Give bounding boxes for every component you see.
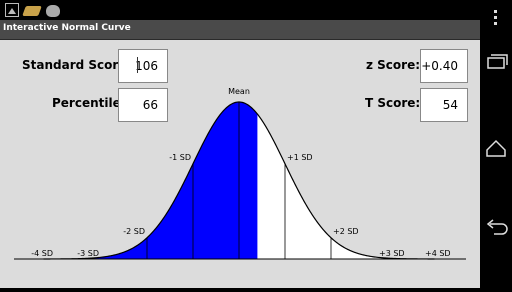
main-content: Standard Score: 106 Percentile: 66 z Sco… — [0, 40, 480, 288]
sd-label: -1 SD — [169, 153, 191, 162]
z-score-input[interactable]: +0.40 — [420, 49, 468, 83]
back-icon[interactable] — [486, 219, 508, 235]
sd-label: +3 SD — [379, 249, 405, 258]
picture-icon — [5, 3, 19, 17]
z-score-value: +0.40 — [421, 59, 458, 73]
sd-label: -4 SD — [31, 249, 53, 258]
title-bar: Interactive Normal Curve — [0, 20, 480, 40]
text-cursor — [137, 57, 138, 73]
recent-apps-icon[interactable] — [487, 54, 508, 69]
android-cat-icon — [46, 5, 60, 17]
sd-label: +4 SD — [425, 249, 451, 258]
navigation-bar — [480, 0, 512, 288]
sd-label: Mean — [228, 87, 250, 96]
sd-label: +2 SD — [333, 227, 359, 236]
z-score-label: z Score: — [366, 58, 421, 72]
normal-curve-chart[interactable]: -4 SD -3 SD -2 SD -1 SD Mean +1 SD +2 SD +3 SD +… — [0, 87, 480, 288]
standard-score-value: 106 — [135, 59, 158, 73]
app-title: Interactive Normal Curve — [3, 23, 131, 33]
status-bar — [0, 0, 480, 20]
sd-label: +1 SD — [287, 153, 313, 162]
sd-label: -3 SD — [77, 249, 99, 258]
home-icon[interactable] — [486, 139, 506, 157]
shaded-area — [43, 102, 258, 259]
standard-score-label: Standard Score: — [22, 58, 132, 72]
sd-label: -2 SD — [123, 227, 145, 236]
standard-score-input[interactable]: 106 — [118, 49, 168, 83]
book-icon — [22, 6, 42, 16]
overflow-menu-icon[interactable] — [494, 10, 497, 25]
